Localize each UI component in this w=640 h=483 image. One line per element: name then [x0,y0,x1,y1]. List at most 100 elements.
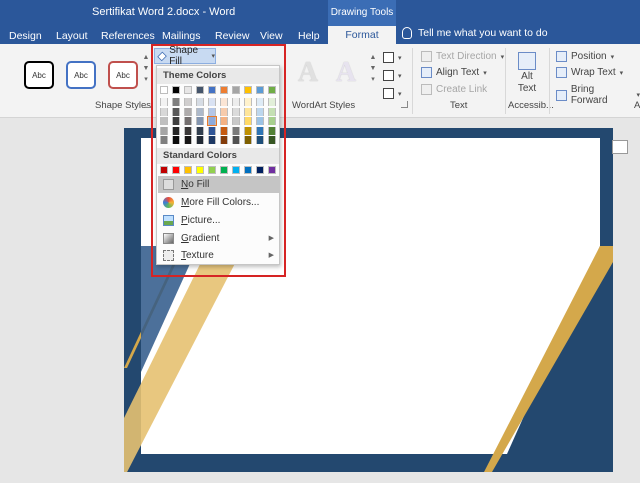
text-outline-icon[interactable]: ▾ [383,70,402,81]
standard-color-swatch[interactable] [196,166,204,174]
theme-color-swatch[interactable] [196,107,204,116]
theme-color-swatch[interactable] [220,107,228,116]
theme-color-swatch[interactable] [172,86,180,94]
theme-color-swatch[interactable] [184,126,192,135]
theme-color-swatch[interactable] [196,117,204,125]
standard-color-swatch[interactable] [220,166,228,174]
theme-color-swatch[interactable] [160,86,168,94]
theme-color-swatch[interactable] [244,136,252,144]
standard-color-swatch[interactable] [208,166,216,174]
tab-layout[interactable]: Layout [56,30,88,42]
theme-color-swatch[interactable] [232,126,240,135]
theme-color-swatch[interactable] [244,126,252,135]
texture-item[interactable]: Texture ▶ [158,247,280,264]
tab-references[interactable]: References [101,30,155,42]
text-effects-icon[interactable]: ▾ [383,88,402,99]
theme-color-swatch[interactable] [196,136,204,144]
theme-color-swatch[interactable] [184,117,192,125]
theme-color-swatch[interactable] [196,98,204,106]
wordart-scroll[interactable]: ▲ ▼ ▾ [368,52,378,85]
theme-color-swatch[interactable] [256,136,264,144]
theme-color-swatch[interactable] [256,86,264,94]
wordart-style-2[interactable]: A [331,58,361,88]
tab-format[interactable]: Format [328,26,396,44]
tell-me-search[interactable]: Tell me what you want to do [402,27,548,39]
theme-color-swatch[interactable] [172,107,180,116]
theme-color-swatch[interactable] [208,98,216,106]
shape-style-blue[interactable]: Abc [66,61,96,89]
theme-color-swatch[interactable] [220,117,228,125]
theme-color-swatch[interactable] [232,86,240,94]
theme-color-swatch[interactable] [256,117,264,125]
theme-color-swatch[interactable] [208,107,216,116]
text-fill-icon[interactable]: ▾ [383,52,402,63]
theme-color-swatch[interactable] [244,86,252,94]
theme-color-swatch[interactable] [160,117,168,125]
picture-item[interactable]: Picture... [158,212,280,229]
theme-color-swatch[interactable] [208,126,216,135]
theme-color-swatch[interactable] [184,98,192,106]
no-fill-item[interactable]: No Fill [158,176,280,193]
wordart-launcher-icon[interactable] [401,101,408,108]
theme-color-swatch[interactable] [196,86,204,94]
theme-color-swatch[interactable] [244,107,252,116]
position-button[interactable]: Position ▾ [556,51,614,62]
theme-color-swatch[interactable] [172,117,180,125]
align-text-button[interactable]: Align Text ▾ [421,67,487,78]
standard-color-swatch[interactable] [172,166,180,174]
standard-color-swatch[interactable] [184,166,192,174]
standard-color-swatch[interactable] [160,166,168,174]
shape-style-black[interactable]: Abc [24,61,54,89]
theme-color-swatch[interactable] [232,98,240,106]
theme-color-swatch[interactable] [232,136,240,144]
theme-color-swatch[interactable] [244,98,252,106]
shape-styles-scroll[interactable]: ▲ ▼ ▾ [141,52,151,85]
theme-color-swatch[interactable] [196,126,204,135]
theme-color-swatch[interactable] [207,116,217,126]
theme-color-swatch[interactable] [160,126,168,135]
tab-mailings[interactable]: Mailings [162,30,201,42]
shape-style-red[interactable]: Abc [108,61,138,89]
theme-color-swatch[interactable] [256,107,264,116]
standard-color-swatch[interactable] [256,166,264,174]
tab-view[interactable]: View [260,30,283,42]
theme-color-swatch[interactable] [220,86,228,94]
tab-help[interactable]: Help [298,30,320,42]
gradient-item[interactable]: Gradient ▶ [158,230,280,247]
theme-color-swatch[interactable] [244,117,252,125]
theme-color-swatch[interactable] [160,136,168,144]
theme-color-swatch[interactable] [208,136,216,144]
theme-color-swatch[interactable] [172,98,180,106]
wrap-text-button[interactable]: Wrap Text ▾ [556,67,623,78]
theme-color-swatch[interactable] [268,136,276,144]
theme-color-swatch[interactable] [184,136,192,144]
shape-fill-button[interactable]: Shape Fill ▾ [154,45,216,67]
more-fill-colors-item[interactable]: More Fill Colors... [158,194,280,211]
theme-color-swatch[interactable] [208,86,216,94]
theme-color-swatch[interactable] [268,117,276,125]
theme-color-swatch[interactable] [172,126,180,135]
standard-color-swatch[interactable] [232,166,240,174]
alt-text-button[interactable]: Alt Text [514,52,540,94]
tab-review[interactable]: Review [215,30,249,42]
theme-color-swatch[interactable] [184,107,192,116]
theme-color-swatch[interactable] [220,98,228,106]
wordart-style-1[interactable]: A [293,58,323,88]
theme-color-swatch[interactable] [256,126,264,135]
text-direction-button[interactable]: Text Direction ▾ [421,51,504,62]
standard-color-swatch[interactable] [244,166,252,174]
theme-color-swatch[interactable] [220,136,228,144]
theme-color-swatch[interactable] [268,126,276,135]
theme-color-swatch[interactable] [232,107,240,116]
create-link-button[interactable]: Create Link [421,84,487,95]
bring-forward-button[interactable]: Bring Forward ▾ [556,84,640,106]
theme-color-swatch[interactable] [184,86,192,94]
layout-options-icon[interactable] [612,140,628,154]
theme-color-swatch[interactable] [232,117,240,125]
theme-color-swatch[interactable] [268,98,276,106]
theme-color-swatch[interactable] [268,107,276,116]
tab-design[interactable]: Design [9,30,42,42]
theme-color-swatch[interactable] [220,126,228,135]
standard-color-swatch[interactable] [268,166,276,174]
theme-color-swatch[interactable] [160,107,168,116]
